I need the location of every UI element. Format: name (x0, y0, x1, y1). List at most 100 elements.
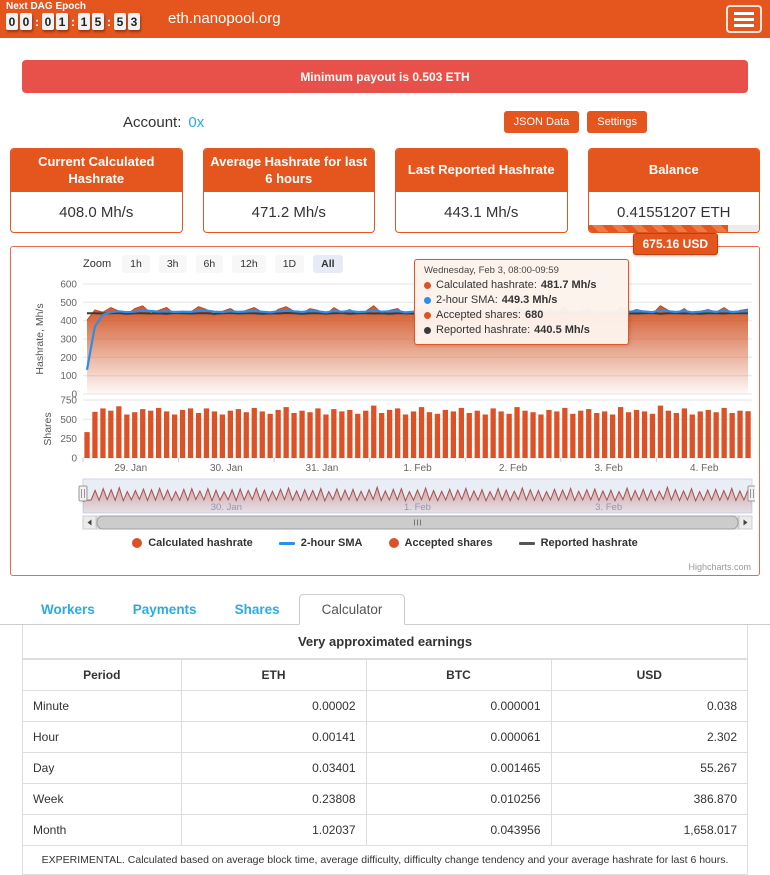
countdown-digit: 1 (78, 13, 90, 30)
earnings-row: Hour 0.00141 0.000061 2.302 (23, 721, 747, 753)
countdown-digit: 0 (42, 13, 54, 30)
hamburger-menu-icon[interactable] (726, 5, 762, 33)
svg-text:31. Jan: 31. Jan (306, 463, 339, 474)
card-title: Last Reported Hashrate (396, 149, 567, 192)
zoom-button-1d[interactable]: 1D (274, 255, 305, 273)
navigator-handle[interactable] (78, 485, 88, 502)
earnings-col-header: BTC (365, 659, 552, 691)
earnings-title: Very approximated earnings (23, 625, 747, 659)
svg-text:500: 500 (60, 415, 77, 426)
series-dot-icon (424, 297, 431, 304)
hashrate-chart-panel: Zoom 1h 3h 6h 12h 1D All 0 100 200 300 400 500 600 0… (10, 246, 760, 576)
svg-text:30. Jan: 30. Jan (211, 502, 242, 513)
chart-tooltip-title: Wednesday, Feb 3, 08:00-09:59 (424, 265, 559, 276)
legend-line-icon (278, 541, 295, 545)
earnings-row: Day 0.03401 0.001465 55.267 (23, 752, 747, 784)
scrollbar-right-arrow[interactable] (738, 515, 753, 530)
legend-item[interactable]: Reported hashrate (518, 537, 638, 549)
earnings-col-header: ETH (180, 659, 367, 691)
tooltip-row: 2-hour SMA: 449.3 Mh/s (424, 293, 619, 308)
earnings-table: Period ETH BTC USD Minute 0.00002 0.000001 0.0… (23, 659, 747, 846)
svg-text:30. Jan: 30. Jan (210, 463, 243, 474)
zoom-button-1h[interactable]: 1h (122, 255, 150, 273)
card-value: 471.2 Mh/s (251, 203, 326, 221)
svg-text:200: 200 (60, 353, 77, 364)
legend-item[interactable]: Calculated hashrate (132, 537, 253, 549)
series-dot-icon (424, 282, 431, 289)
account-label: Account: (123, 113, 182, 131)
countdown-digit: 3 (128, 13, 140, 30)
card-last-reported-hashrate: Last Reported Hashrate 443.1 Mh/s (395, 148, 568, 233)
zoom-button-12h[interactable]: 12h (232, 255, 266, 273)
chart-legend: Calculated hashrate 2-hour SMA Accepted sh… (11, 537, 759, 549)
tooltip-row: Calculated hashrate: 481.7 Mh/s (424, 278, 619, 293)
countdown-colon: : (107, 14, 111, 29)
card-average-hashrate: Average Hashrate for last 6 hours 471.2 … (202, 148, 375, 233)
legend-line-icon (518, 541, 535, 545)
svg-text:600: 600 (60, 280, 77, 291)
countdown-digit: 0 (6, 13, 18, 30)
zoom-button-6h[interactable]: 6h (195, 255, 224, 273)
legend-circle-icon (132, 538, 143, 548)
svg-text:500: 500 (60, 298, 77, 309)
card-value: 443.1 Mh/s (444, 203, 519, 221)
tab-shares[interactable]: Shares (216, 595, 299, 624)
svg-text:29. Jan: 29. Jan (114, 463, 147, 474)
card-title: Current Calculated Hashrate (11, 149, 182, 192)
svg-text:Hashrate, Mh/s: Hashrate, Mh/s (34, 303, 46, 374)
top-header-bar: Next DAG Epoch 00:01:15:53 eth.nanopool.… (0, 0, 770, 38)
site-title: eth.nanopool.org (168, 10, 281, 27)
svg-text:4. Feb: 4. Feb (690, 463, 719, 474)
svg-text:3. Feb: 3. Feb (595, 502, 622, 513)
dag-countdown: 00:01:15:53 (6, 13, 140, 30)
account-row: Account: 0x JSON Data Settings (123, 110, 647, 134)
tooltip-row: Accepted shares: 680 (424, 308, 619, 323)
scrollbar-left-arrow[interactable] (82, 515, 97, 530)
earnings-col-header: Period (23, 659, 182, 691)
series-dot-icon (424, 312, 431, 319)
zoom-button-3h[interactable]: 3h (158, 255, 187, 273)
svg-text:2. Feb: 2. Feb (499, 463, 528, 474)
earnings-panel: Very approximated earnings Period ETH BTC U… (22, 625, 748, 875)
card-value: 408.0 Mh/s (59, 203, 134, 221)
tab-payments[interactable]: Payments (114, 595, 216, 624)
countdown-digit: 5 (114, 13, 126, 30)
settings-button[interactable]: Settings (587, 111, 647, 133)
svg-text:100: 100 (60, 371, 77, 382)
countdown-digit: 5 (92, 13, 104, 30)
svg-text:250: 250 (60, 434, 77, 445)
countdown-colon: : (71, 14, 75, 29)
zoom-label: Zoom (83, 258, 112, 270)
svg-text:1. Feb: 1. Feb (403, 463, 432, 474)
earnings-row: Month 1.02037 0.043956 1,658.017 (23, 814, 747, 846)
chart-tooltip: Wednesday, Feb 3, 08:00-09:59 Calculated… (414, 259, 629, 345)
tooltip-row: Reported hashrate: 440.5 Mh/s (424, 323, 619, 338)
card-balance: Balance 0.41551207 ETH (587, 148, 760, 233)
svg-text:400: 400 (60, 316, 77, 327)
tab-calculator[interactable]: Calculator (298, 594, 406, 625)
json-data-button[interactable]: JSON Data (503, 111, 580, 133)
next-dag-epoch-label: Next DAG Epoch (6, 1, 87, 12)
earnings-row: Minute 0.00002 0.000001 0.038 (23, 690, 747, 722)
account-address-link[interactable]: 0x (188, 114, 204, 131)
chart-zoom-row: Zoom 1h 3h 6h 12h 1D All (83, 255, 343, 273)
navigator-handle[interactable] (747, 485, 755, 502)
countdown-digit: 1 (56, 13, 68, 30)
card-title: Average Hashrate for last 6 hours (203, 149, 374, 192)
svg-text:0: 0 (71, 454, 77, 465)
svg-text:1. Feb: 1. Feb (404, 502, 431, 513)
legend-circle-icon (388, 538, 399, 548)
minimum-payout-banner: Minimum payout is 0.503 ETH (22, 60, 748, 93)
highcharts-credits: Highcharts.com (688, 562, 751, 572)
svg-text:3. Feb: 3. Feb (594, 463, 623, 474)
tab-workers[interactable]: Workers (22, 595, 114, 624)
earnings-row: Week 0.23808 0.010256 386.870 (23, 783, 747, 815)
zoom-button-all[interactable]: All (313, 255, 343, 273)
series-dot-icon (424, 327, 431, 334)
tabs-bar: Workers Payments Shares Calculator (0, 592, 770, 625)
usd-balance-tooltip: 675.16 USD (632, 233, 718, 255)
legend-item[interactable]: 2-hour SMA (278, 537, 363, 549)
legend-item[interactable]: Accepted shares (388, 537, 493, 549)
next-dag-epoch: Next DAG Epoch 00:01:15:53 (6, 1, 140, 30)
hashrate-shares-chart[interactable]: 01002003004005006000250500750Hashrate, M… (11, 247, 755, 535)
